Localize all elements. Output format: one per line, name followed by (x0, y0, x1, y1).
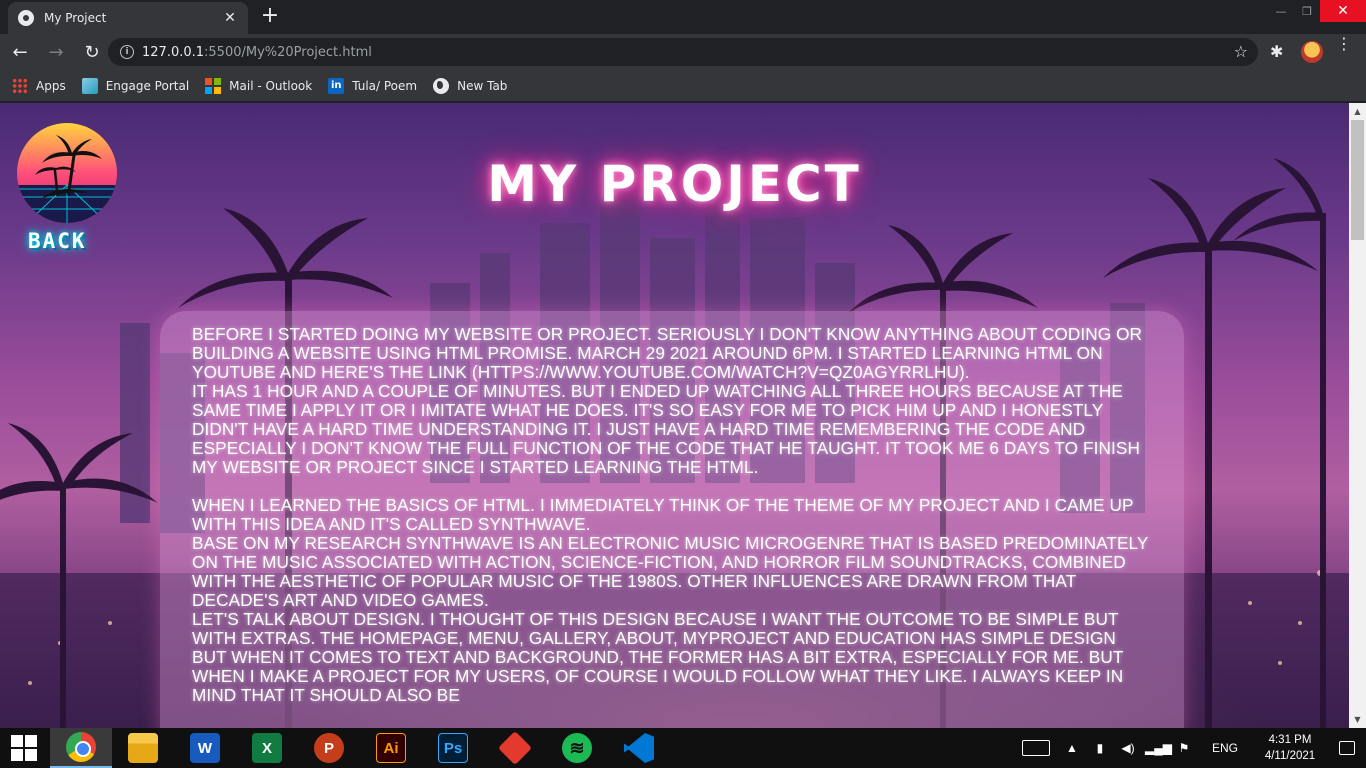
description-paragraph: Before I started doing my website or pro… (192, 324, 1143, 382)
page-viewport: Back My Project Before I started doing m… (0, 103, 1349, 728)
scroll-down-arrow-icon[interactable]: ▼ (1349, 711, 1366, 728)
window-close-icon[interactable]: ✕ (1320, 0, 1366, 22)
close-tab-icon[interactable]: ✕ (222, 10, 238, 26)
bookmark-label: Engage Portal (105, 78, 190, 93)
description-paragraph: It has 1 hour and a couple of minutes. B… (192, 381, 1140, 477)
bookmark-label: Tula/ Poem (352, 78, 418, 93)
page-title: My Project (487, 155, 862, 213)
chrome-icon (66, 732, 96, 762)
taskbar-sketchup[interactable] (484, 728, 546, 768)
back-link[interactable]: Back (28, 229, 108, 253)
page-scrollbar[interactable]: ▲ ▼ (1349, 103, 1366, 728)
volume-icon[interactable]: ◀) (1117, 741, 1139, 755)
action-center[interactable] (1328, 728, 1366, 768)
word-icon: W (190, 733, 220, 763)
bookmark-label: Mail - Outlook (229, 78, 313, 93)
restore-icon[interactable]: ❐ (1294, 0, 1320, 22)
folder-icon (128, 733, 158, 763)
taskbar-photoshop[interactable]: Ps (422, 728, 484, 768)
input-language[interactable]: ENG (1212, 741, 1238, 755)
powerpoint-icon: P (314, 733, 344, 763)
tab-title: My Project (44, 11, 107, 25)
bookmark-engage-portal[interactable]: Engage Portal (81, 77, 190, 94)
notification-icon (1339, 741, 1355, 755)
description-paragraph: Base on my research Synthwave is an elec… (192, 533, 1149, 610)
address-bar[interactable]: i 127.0.0.1:5500/My%20Project.html ☆ (108, 38, 1258, 66)
excel-icon: X (252, 733, 282, 763)
show-hidden-icons-icon[interactable]: ▲ (1061, 741, 1083, 755)
taskbar-spotify[interactable]: ≋ (546, 728, 608, 768)
apps-grid-icon (12, 77, 28, 94)
bookmarks-bar: Apps Engage Portal Mail - Outlook in Tul… (0, 70, 1366, 102)
bookmark-apps[interactable]: Apps (12, 77, 66, 94)
reload-icon[interactable]: ↻ (76, 36, 108, 68)
description-paragraph: Let's talk about design. I thought of th… (192, 609, 1124, 705)
taskbar-powerpoint[interactable]: P (298, 728, 360, 768)
browser-tab-active[interactable]: My Project ✕ (8, 2, 248, 34)
illustrator-icon: Ai (376, 733, 406, 763)
browser-toolbar: ← → ↻ i 127.0.0.1:5500/My%20Project.html… (0, 34, 1366, 70)
vscode-icon (624, 733, 654, 763)
flag-icon[interactable]: ⚑ (1173, 741, 1195, 755)
system-tray: ▲ ▮ ◀) ▂▄▆ ⚑ ENG 4:31 PM 4/11/2021 (1014, 728, 1366, 768)
tab-strip: My Project ✕ + — ❐ ✕ (0, 0, 1366, 34)
photoshop-icon: Ps (438, 733, 468, 763)
system-clock[interactable]: 4:31 PM 4/11/2021 (1252, 732, 1328, 764)
url-path: :5500/My%20Project.html (204, 44, 372, 60)
browser-menu-icon[interactable]: ⋮ (1336, 36, 1352, 52)
microsoft-logo-icon (205, 77, 222, 94)
globe-icon (18, 10, 34, 26)
linkedin-icon: in (328, 77, 345, 94)
clock-time: 4:31 PM (1268, 734, 1312, 746)
taskbar-file-explorer[interactable] (112, 728, 174, 768)
network-icon[interactable]: ▂▄▆ (1145, 741, 1172, 755)
new-tab-button[interactable]: + (258, 5, 282, 27)
profile-avatar[interactable] (1301, 41, 1323, 63)
start-button[interactable] (0, 728, 48, 768)
taskbar-illustrator[interactable]: Ai (360, 728, 422, 768)
taskbar-word[interactable]: W (174, 728, 236, 768)
forward-arrow-icon[interactable]: → (40, 36, 72, 68)
site-info-icon[interactable]: i (120, 45, 134, 59)
windows-taskbar: W X P Ai Ps ≋ ▲ ▮ ◀) ▂▄▆ ⚑ ENG 4:31 PM 4… (0, 728, 1366, 768)
description-paragraph: When I learned the basics of HTML. I imm… (192, 495, 1134, 534)
clock-date: 4/11/2021 (1264, 750, 1316, 762)
windows-logo-icon (11, 735, 37, 761)
battery-icon[interactable]: ▮ (1089, 741, 1111, 755)
minimize-icon[interactable]: — (1268, 0, 1294, 22)
spotify-icon: ≋ (562, 733, 592, 763)
bookmark-new-tab[interactable]: New Tab (433, 77, 508, 94)
sketchup-icon (498, 731, 532, 765)
engage-portal-icon (81, 77, 98, 94)
bookmark-label: Apps (36, 78, 66, 93)
bookmark-tula-poem[interactable]: in Tula/ Poem (328, 77, 418, 94)
globe-icon (433, 77, 450, 94)
touch-keyboard-icon[interactable] (1021, 740, 1050, 756)
window-controls: — ❐ ✕ (1268, 0, 1366, 22)
taskbar-excel[interactable]: X (236, 728, 298, 768)
project-description-card: Before I started doing my website or pro… (160, 311, 1184, 728)
taskbar-chrome[interactable] (50, 728, 112, 768)
scroll-up-arrow-icon[interactable]: ▲ (1349, 103, 1366, 120)
bookmark-label: New Tab (457, 78, 508, 93)
scroll-thumb[interactable] (1351, 120, 1364, 240)
bookmark-outlook[interactable]: Mail - Outlook (205, 77, 313, 94)
taskbar-vscode[interactable] (608, 728, 670, 768)
back-arrow-icon[interactable]: ← (4, 36, 36, 68)
url-host: 127.0.0.1 (142, 44, 205, 60)
extensions-puzzle-icon[interactable]: ✱ (1270, 42, 1283, 61)
bookmark-star-icon[interactable]: ☆ (1234, 42, 1248, 61)
